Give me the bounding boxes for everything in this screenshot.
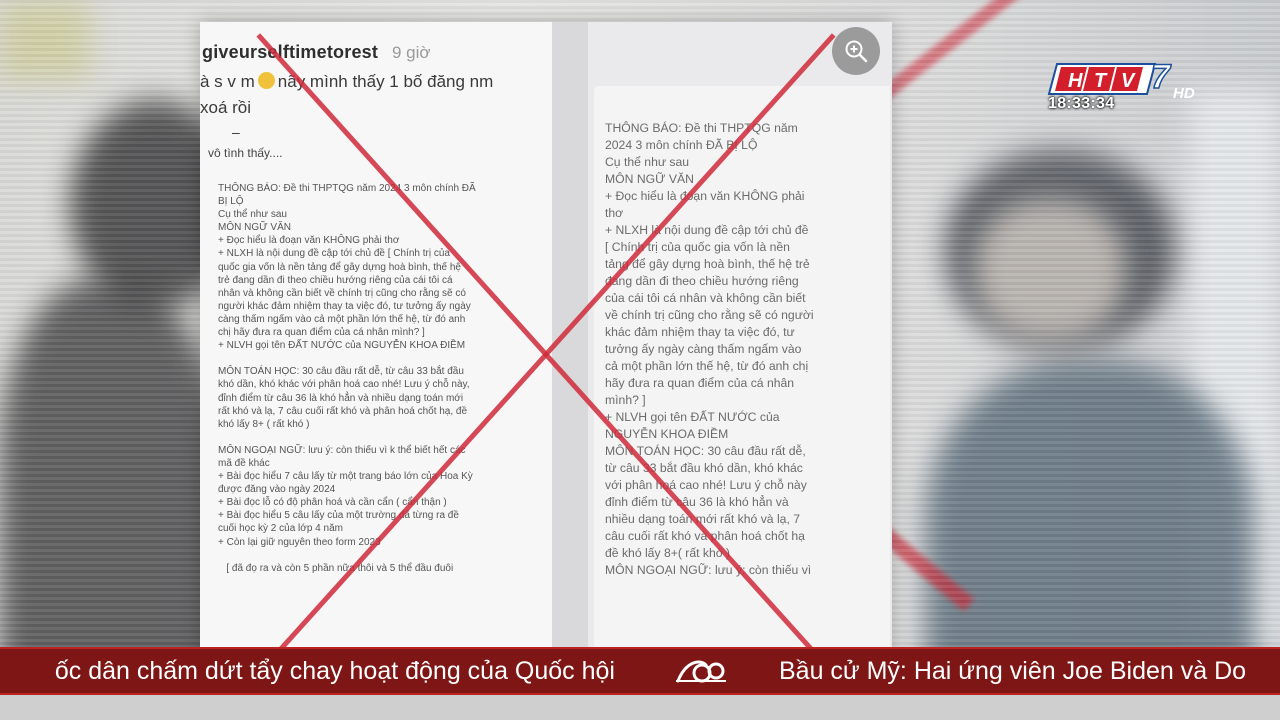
comment-text: à s v m [200, 72, 255, 91]
reply-note: vô tình thấy.... [208, 146, 283, 160]
hd-badge: HD [1173, 85, 1195, 102]
ticker-headline: Bầu cử Mỹ: Hai ứng viên Joe Biden và Do [779, 657, 1247, 685]
logo-letter: T [1094, 70, 1108, 92]
leaked-exam-post-text-enlarged: THÔNG BÁO: Đề thi THPTQG năm 2024 3 môn … [605, 121, 814, 577]
leaked-exam-post-text: THÔNG BÁO: Đề thi THPTQG năm 2024 3 môn … [218, 183, 476, 574]
logo-letter: H [1068, 70, 1083, 92]
ticker-headline: ốc dân chấm dứt tẩy chay hoạt động của Q… [54, 657, 615, 685]
post-username: giveurselftimetorest [202, 42, 379, 62]
zoom-in-icon [845, 40, 868, 63]
logo-number: 7 [1151, 58, 1172, 96]
lower-background-strip [0, 695, 1280, 720]
fake-exam-post-screenshot: giveurselftimetorest 9 giờ à s v m nãy mì… [200, 22, 892, 698]
comment-line: xoá rồi [200, 98, 252, 117]
panel-divider [552, 22, 588, 698]
broadcast-clock: 18:33:34 [1048, 95, 1115, 112]
comment-line: à s v m nãy mình thấy 1 bố đăng nm [200, 72, 493, 92]
post-time: 9 giờ [392, 43, 431, 62]
news-ticker: ốc dân chấm dứt tẩy chay hoạt động của Q… [0, 647, 1280, 695]
smile-emoji-icon [257, 72, 275, 89]
zoom-button[interactable] [832, 27, 880, 75]
logo-letter: V [1121, 70, 1136, 92]
htv-ticker-logo-icon [676, 660, 726, 683]
comment-dash: – [232, 124, 240, 140]
